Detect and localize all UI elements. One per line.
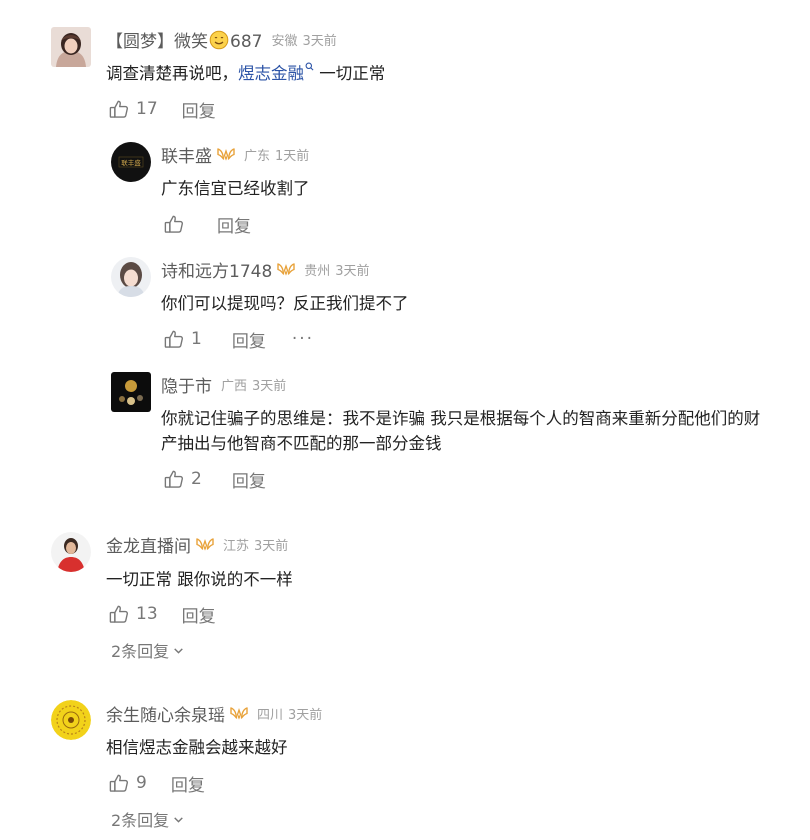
reply-meta: 联丰盛 广东 1天前	[161, 142, 310, 167]
reply-meta: 隐于市 广西 3天前	[161, 372, 287, 397]
timestamp: 3天前	[288, 707, 323, 723]
like-button[interactable]: 13	[108, 603, 158, 625]
thumbs-up-icon	[163, 328, 185, 350]
comment-actions: 9 回复	[108, 771, 205, 796]
like-button[interactable]: 17	[108, 98, 158, 120]
search-icon	[305, 62, 314, 71]
location: 江苏	[223, 538, 250, 554]
reply-meta: 诗和远方1748 贵州 3天前	[161, 257, 370, 282]
timestamp: 3天前	[302, 33, 337, 49]
like-button[interactable]: 9	[108, 772, 147, 794]
username[interactable]: 金龙直播间	[106, 532, 191, 557]
reply-text: 你们可以提现吗？反正我们提不了	[161, 294, 409, 313]
creator-badge-icon	[230, 706, 248, 720]
expand-replies-button[interactable]: 2条回复	[111, 638, 185, 662]
reply-button[interactable]: 回复	[217, 212, 251, 237]
avatar[interactable]: 联丰盛	[111, 142, 151, 182]
like-count: 1	[191, 329, 202, 349]
username[interactable]: 【圆梦】微笑 687	[106, 27, 262, 52]
like-count: 2	[191, 469, 202, 489]
username[interactable]: 诗和远方1748	[161, 257, 272, 282]
location: 广西	[221, 378, 248, 394]
expand-replies-button[interactable]: 2条回复	[111, 807, 185, 831]
thumbs-up-icon	[163, 468, 185, 490]
chevron-down-icon	[172, 644, 185, 657]
comment-text: 相信煜志金融会越来越好	[106, 738, 288, 757]
thumbs-up-icon	[163, 213, 185, 235]
reply-actions: 回复	[163, 212, 251, 237]
creator-badge-icon	[277, 262, 295, 276]
thumbs-up-icon	[108, 772, 130, 794]
avatar[interactable]	[111, 372, 151, 412]
avatar[interactable]	[51, 532, 91, 572]
location: 广东	[244, 148, 271, 164]
like-button[interactable]: 1	[163, 328, 202, 350]
like-count: 17	[136, 99, 158, 119]
username[interactable]: 余生随心余泉瑶	[106, 701, 225, 726]
reply-button[interactable]: 回复	[232, 467, 266, 492]
timestamp: 3天前	[335, 263, 370, 279]
comment-actions: 17 回复	[108, 97, 216, 122]
reply-text: 广东信宜已经收割了	[161, 179, 310, 198]
like-button[interactable]	[163, 213, 185, 235]
thumbs-up-icon	[108, 603, 130, 625]
timestamp: 3天前	[252, 378, 287, 394]
creator-badge-icon	[217, 147, 235, 161]
smile-emoji-icon	[209, 30, 229, 49]
reply-button[interactable]: 回复	[182, 602, 216, 627]
comment-meta: 金龙直播间 江苏 3天前	[106, 532, 289, 557]
reply-text: 你就记住骗子的思维是：我不是诈骗 我只是根据每个人的智商来重新分配他们的财 产抽…	[161, 409, 761, 453]
like-button[interactable]: 2	[163, 468, 202, 490]
svg-text:联丰盛: 联丰盛	[121, 158, 141, 167]
location: 四川	[257, 707, 284, 723]
location: 安徽	[271, 33, 298, 49]
username[interactable]: 隐于市	[161, 372, 212, 397]
reply-button[interactable]: 回复	[232, 327, 266, 352]
avatar[interactable]	[51, 700, 91, 740]
comment-actions: 13 回复	[108, 602, 216, 627]
creator-badge-icon	[196, 537, 214, 551]
avatar[interactable]	[111, 257, 151, 297]
chevron-down-icon	[172, 813, 185, 826]
timestamp: 1天前	[275, 148, 310, 164]
reply-actions: 2 回复	[163, 467, 266, 492]
avatar[interactable]	[51, 27, 91, 67]
comment-text: 调查清楚再说吧，煜志金融 一切正常	[106, 62, 386, 83]
like-count: 9	[136, 773, 147, 793]
reply-actions: 1 回复 ···	[163, 327, 314, 352]
timestamp: 3天前	[254, 538, 289, 554]
reply-button[interactable]: 回复	[171, 771, 205, 796]
keyword-link[interactable]: 煜志金融	[238, 62, 314, 83]
username[interactable]: 联丰盛	[161, 142, 212, 167]
location: 贵州	[304, 263, 331, 279]
comment-meta: 余生随心余泉瑶 四川 3天前	[106, 701, 323, 726]
more-options-button[interactable]: ···	[292, 329, 314, 349]
thumbs-up-icon	[108, 98, 130, 120]
reply-button[interactable]: 回复	[182, 97, 216, 122]
like-count: 13	[136, 604, 158, 624]
comment-text: 一切正常 跟你说的不一样	[106, 570, 293, 589]
comment-meta: 【圆梦】微笑 687 安徽 3天前	[106, 27, 337, 52]
